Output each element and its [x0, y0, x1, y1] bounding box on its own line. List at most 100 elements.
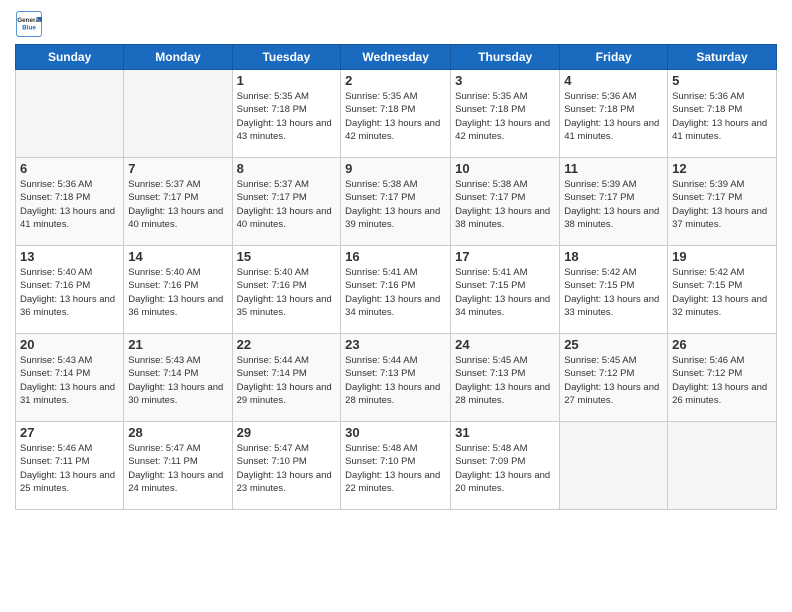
day-cell: 21Sunrise: 5:43 AM Sunset: 7:14 PM Dayli… — [124, 334, 232, 422]
day-info: Sunrise: 5:40 AM Sunset: 7:16 PM Dayligh… — [20, 266, 119, 319]
day-cell: 14 Sunrise: 5:40 AM Sunset: 7:16 PM Dayli… — [124, 246, 232, 334]
day-info: Sunrise: 5:43 AM Sunset: 7:14 PM Dayligh… — [20, 354, 119, 407]
day-info: Sunrise: 5:36 AM Sunset: 7:18 PM Dayligh… — [20, 178, 119, 231]
day-info: Sunrise: 5:35 AM Sunset: 7:18 PM Dayligh… — [345, 90, 446, 143]
day-info: Sunrise: 5:36 AM Sunset: 7:18 PM Dayligh… — [672, 90, 772, 143]
day-number: 14 — [128, 249, 227, 264]
day-cell: 7 Sunrise: 5:37 AM Sunset: 7:17 PM Daylig… — [124, 158, 232, 246]
day-info: Sunrise: 5:42 AM Sunset: 7:15 PM Dayligh… — [564, 266, 663, 319]
day-cell: 27Sunrise: 5:46 AM Sunset: 7:11 PM Dayli… — [16, 422, 124, 510]
logo-icon: General Blue — [15, 10, 43, 38]
day-info: Sunrise: 5:35 AM Sunset: 7:18 PM Dayligh… — [455, 90, 555, 143]
day-info: Sunrise: 5:43 AM Sunset: 7:14 PM Dayligh… — [128, 354, 227, 407]
day-info: Sunrise: 5:41 AM Sunset: 7:15 PM Dayligh… — [455, 266, 555, 319]
day-cell: 15Sunrise: 5:40 AM Sunset: 7:16 PM Dayli… — [232, 246, 341, 334]
week-row-4: 20 Sunrise: 5:43 AM Sunset: 7:14 PM Dayli… — [16, 334, 777, 422]
day-number: 27 — [20, 425, 119, 440]
day-number: 20 — [20, 337, 119, 352]
day-number: 19 — [672, 249, 772, 264]
day-cell: 1Sunrise: 5:35 AM Sunset: 7:18 PM Daylig… — [232, 70, 341, 158]
day-cell: 4 Sunrise: 5:36 AM Sunset: 7:18 PM Daylig… — [560, 70, 668, 158]
day-info: Sunrise: 5:45 AM Sunset: 7:13 PM Dayligh… — [455, 354, 555, 407]
day-number: 28 — [128, 425, 227, 440]
weekday-header-row: SundayMondayTuesdayWednesdayThursdayFrid… — [16, 45, 777, 70]
day-number: 1 — [237, 73, 337, 88]
day-number: 13 — [20, 249, 119, 264]
day-cell: 29 Sunrise: 5:47 AM Sunset: 7:10 PM Dayli… — [232, 422, 341, 510]
day-number: 9 — [345, 161, 446, 176]
day-cell: 22 Sunrise: 5:44 AM Sunset: 7:14 PM Dayli… — [232, 334, 341, 422]
day-number: 5 — [672, 73, 772, 88]
weekday-wednesday: Wednesday — [341, 45, 451, 70]
day-number: 6 — [20, 161, 119, 176]
day-number: 29 — [237, 425, 337, 440]
day-cell: 26 Sunrise: 5:46 AM Sunset: 7:12 PM Dayli… — [668, 334, 777, 422]
day-cell: 10 Sunrise: 5:38 AM Sunset: 7:17 PM Dayli… — [451, 158, 560, 246]
day-cell: 19 Sunrise: 5:42 AM Sunset: 7:15 PM Dayli… — [668, 246, 777, 334]
day-cell: 3Sunrise: 5:35 AM Sunset: 7:18 PM Daylig… — [451, 70, 560, 158]
day-number: 26 — [672, 337, 772, 352]
week-row-3: 13 Sunrise: 5:40 AM Sunset: 7:16 PM Dayli… — [16, 246, 777, 334]
svg-text:Blue: Blue — [22, 25, 36, 32]
day-number: 12 — [672, 161, 772, 176]
day-info: Sunrise: 5:37 AM Sunset: 7:17 PM Dayligh… — [128, 178, 227, 231]
day-number: 31 — [455, 425, 555, 440]
day-info: Sunrise: 5:36 AM Sunset: 7:18 PM Dayligh… — [564, 90, 663, 143]
day-cell — [124, 70, 232, 158]
day-cell: 18Sunrise: 5:42 AM Sunset: 7:15 PM Dayli… — [560, 246, 668, 334]
day-cell: 31Sunrise: 5:48 AM Sunset: 7:09 PM Dayli… — [451, 422, 560, 510]
day-cell: 6 Sunrise: 5:36 AM Sunset: 7:18 PM Daylig… — [16, 158, 124, 246]
day-cell: 25Sunrise: 5:45 AM Sunset: 7:12 PM Dayli… — [560, 334, 668, 422]
day-number: 24 — [455, 337, 555, 352]
day-info: Sunrise: 5:47 AM Sunset: 7:11 PM Dayligh… — [128, 442, 227, 495]
day-number: 17 — [455, 249, 555, 264]
day-number: 10 — [455, 161, 555, 176]
day-cell: 8Sunrise: 5:37 AM Sunset: 7:17 PM Daylig… — [232, 158, 341, 246]
weekday-thursday: Thursday — [451, 45, 560, 70]
day-info: Sunrise: 5:46 AM Sunset: 7:12 PM Dayligh… — [672, 354, 772, 407]
day-number: 11 — [564, 161, 663, 176]
day-info: Sunrise: 5:38 AM Sunset: 7:17 PM Dayligh… — [345, 178, 446, 231]
day-info: Sunrise: 5:44 AM Sunset: 7:14 PM Dayligh… — [237, 354, 337, 407]
week-row-1: 1 Sunrise: 5:35 AM Sunset: 7:18 PM Daylig… — [16, 70, 777, 158]
weekday-tuesday: Tuesday — [232, 45, 341, 70]
day-number: 4 — [564, 73, 663, 88]
day-info: Sunrise: 5:38 AM Sunset: 7:17 PM Dayligh… — [455, 178, 555, 231]
calendar-table: SundayMondayTuesdayWednesdayThursdayFrid… — [15, 44, 777, 510]
day-cell: 30Sunrise: 5:48 AM Sunset: 7:10 PM Dayli… — [341, 422, 451, 510]
week-row-2: 6 Sunrise: 5:36 AM Sunset: 7:18 PM Daylig… — [16, 158, 777, 246]
day-cell — [560, 422, 668, 510]
day-info: Sunrise: 5:39 AM Sunset: 7:17 PM Dayligh… — [672, 178, 772, 231]
day-cell: 2Sunrise: 5:35 AM Sunset: 7:18 PM Daylig… — [341, 70, 451, 158]
day-cell: 23 Sunrise: 5:44 AM Sunset: 7:13 PM Dayli… — [341, 334, 451, 422]
weekday-monday: Monday — [124, 45, 232, 70]
day-cell — [668, 422, 777, 510]
day-cell: 5 Sunrise: 5:36 AM Sunset: 7:18 PM Daylig… — [668, 70, 777, 158]
day-number: 16 — [345, 249, 446, 264]
day-info: Sunrise: 5:44 AM Sunset: 7:13 PM Dayligh… — [345, 354, 446, 407]
header: General Blue — [15, 10, 777, 38]
day-cell: 17 Sunrise: 5:41 AM Sunset: 7:15 PM Dayli… — [451, 246, 560, 334]
day-cell: 13 Sunrise: 5:40 AM Sunset: 7:16 PM Dayli… — [16, 246, 124, 334]
day-number: 23 — [345, 337, 446, 352]
day-info: Sunrise: 5:45 AM Sunset: 7:12 PM Dayligh… — [564, 354, 663, 407]
day-cell: 28 Sunrise: 5:47 AM Sunset: 7:11 PM Dayli… — [124, 422, 232, 510]
day-info: Sunrise: 5:47 AM Sunset: 7:10 PM Dayligh… — [237, 442, 337, 495]
day-cell: 11Sunrise: 5:39 AM Sunset: 7:17 PM Dayli… — [560, 158, 668, 246]
day-cell: 16 Sunrise: 5:41 AM Sunset: 7:16 PM Dayli… — [341, 246, 451, 334]
day-cell: 12 Sunrise: 5:39 AM Sunset: 7:17 PM Dayli… — [668, 158, 777, 246]
day-info: Sunrise: 5:40 AM Sunset: 7:16 PM Dayligh… — [128, 266, 227, 319]
day-number: 7 — [128, 161, 227, 176]
day-info: Sunrise: 5:41 AM Sunset: 7:16 PM Dayligh… — [345, 266, 446, 319]
day-info: Sunrise: 5:42 AM Sunset: 7:15 PM Dayligh… — [672, 266, 772, 319]
day-number: 15 — [237, 249, 337, 264]
weekday-sunday: Sunday — [16, 45, 124, 70]
logo: General Blue — [15, 10, 47, 38]
day-number: 22 — [237, 337, 337, 352]
page: General Blue SundayMondayTuesdayWednesda… — [0, 0, 792, 612]
week-row-5: 27Sunrise: 5:46 AM Sunset: 7:11 PM Dayli… — [16, 422, 777, 510]
weekday-saturday: Saturday — [668, 45, 777, 70]
day-cell — [16, 70, 124, 158]
day-cell: 9 Sunrise: 5:38 AM Sunset: 7:17 PM Daylig… — [341, 158, 451, 246]
weekday-friday: Friday — [560, 45, 668, 70]
